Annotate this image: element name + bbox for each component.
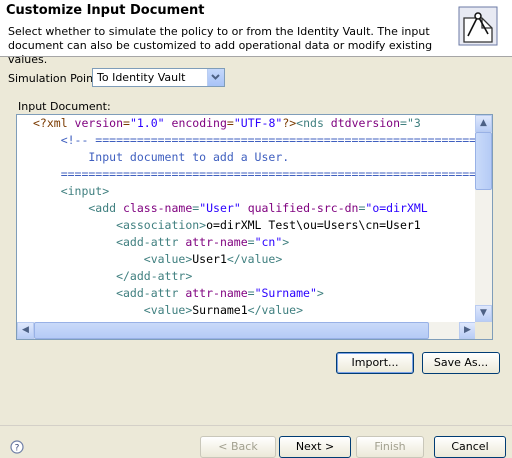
horizontal-scrollbar[interactable]: ◀ ▶ (17, 322, 476, 339)
code-line[interactable]: <add-attr attr-name="Surname"> (17, 285, 476, 302)
code-token: <!-- ===================================… (33, 133, 476, 147)
code-token: "Surname" (254, 286, 317, 300)
code-line[interactable]: Input document to add a User. (17, 149, 476, 166)
code-token: ?> (282, 116, 297, 130)
header-divider (0, 56, 512, 57)
code-token: attr-name (185, 235, 248, 249)
code-token: "cn" (254, 235, 283, 249)
code-line[interactable]: <!-- ===================================… (17, 132, 476, 149)
code-line[interactable]: <add class-name="User" qualified-src-dn=… (17, 200, 476, 217)
code-line[interactable]: <value>User1</value> (17, 251, 476, 268)
simulation-point-value: To Identity Vault (97, 71, 186, 84)
code-token: <add (33, 201, 124, 215)
code-token: version (74, 116, 124, 130)
code-token: </value> (226, 252, 283, 266)
code-token: </value> (247, 303, 304, 317)
code-token: "1.0" (129, 116, 165, 130)
finish-button[interactable]: Finish (356, 436, 424, 458)
code-line[interactable]: <input> (17, 183, 476, 200)
code-token: > (282, 235, 290, 249)
code-token: ========================================… (33, 167, 476, 181)
code-token: <value> (33, 303, 193, 317)
help-icon[interactable]: ? (10, 440, 24, 454)
chevron-down-icon[interactable] (207, 69, 224, 86)
code-token: Surname1 (192, 303, 248, 317)
back-button[interactable]: < Back (200, 436, 276, 458)
next-button[interactable]: Next > (279, 436, 351, 458)
code-token: dtdversion (330, 116, 401, 130)
scroll-right-icon[interactable]: ▶ (459, 322, 476, 339)
code-token: "o=dirXML (365, 201, 428, 215)
code-line[interactable]: <association>o=dirXML Test\ou=Users\cn=U… (17, 217, 476, 234)
code-token: <nds (296, 116, 331, 130)
code-token: > (316, 286, 324, 300)
document-compass-icon (458, 6, 498, 46)
code-token: <add-attr (33, 286, 186, 300)
save-as-button[interactable]: Save As... (422, 352, 500, 374)
vertical-scrollbar[interactable]: ▲ ▼ (475, 115, 492, 322)
code-token: qualified-src-dn (247, 201, 359, 215)
input-document-label: Input Document: (18, 100, 111, 113)
code-token: <add-attr (33, 235, 186, 249)
code-line[interactable]: ========================================… (17, 166, 476, 183)
vertical-scroll-thumb[interactable] (475, 132, 492, 190)
code-token: = (226, 116, 234, 130)
code-line[interactable]: </add-attr> (17, 268, 476, 285)
import-button[interactable]: Import... (336, 352, 414, 374)
code-token: </add-attr> (33, 269, 193, 283)
code-token: ="3 (400, 116, 421, 130)
code-token: <value> (33, 252, 193, 266)
scroll-left-icon[interactable]: ◀ (17, 322, 34, 339)
code-token: class-name (123, 201, 193, 215)
footer-divider (0, 425, 512, 426)
code-token: Input document to add a User. (33, 150, 290, 164)
dialog-header: Customize Input Document Select whether … (0, 0, 512, 66)
code-token: "User" (199, 201, 241, 215)
simulation-point-label: Simulation Point: (8, 72, 102, 85)
code-line[interactable]: <add-attr attr-name="cn"> (17, 234, 476, 251)
code-token: = (247, 286, 255, 300)
scrollbar-corner (475, 322, 492, 339)
code-line[interactable]: <value>Surname1</value> (17, 302, 476, 319)
input-document-editor[interactable]: <?xml version="1.0" encoding="UTF-8"?><n… (16, 114, 493, 340)
svg-text:?: ? (15, 444, 20, 454)
code-token: <input> (33, 184, 110, 198)
xml-code-area[interactable]: <?xml version="1.0" encoding="UTF-8"?><n… (17, 115, 476, 322)
code-line[interactable]: <?xml version="1.0" encoding="UTF-8"?><n… (17, 115, 476, 132)
code-token: "UTF-8" (233, 116, 283, 130)
code-token: <association> (33, 218, 207, 232)
code-token: = (123, 116, 130, 130)
code-token: = (247, 235, 255, 249)
scroll-down-icon[interactable]: ▼ (475, 305, 492, 322)
horizontal-scroll-thumb[interactable] (34, 322, 429, 339)
code-token: o=dirXML Test\ou=Users\cn=User1 (206, 218, 421, 232)
code-token: <?xml (33, 116, 75, 130)
code-token: User1 (192, 252, 227, 266)
scroll-up-icon[interactable]: ▲ (475, 115, 492, 132)
simulation-point-select[interactable]: To Identity Vault (92, 68, 225, 87)
code-token: attr-name (185, 286, 248, 300)
page-description: Select whether to simulate the policy to… (8, 25, 433, 66)
cancel-button[interactable]: Cancel (434, 436, 506, 458)
page-title: Customize Input Document (6, 3, 205, 18)
code-token: encoding (171, 116, 227, 130)
